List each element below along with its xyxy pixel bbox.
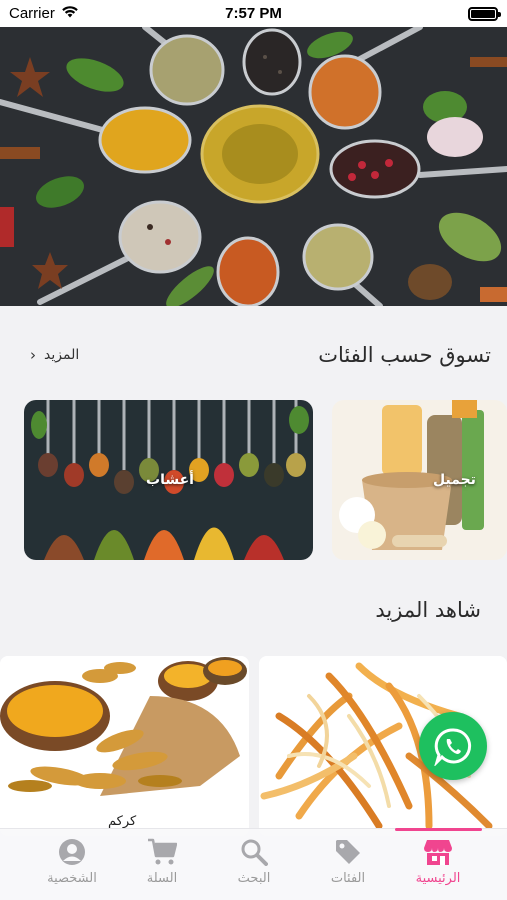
- turmeric-image: [0, 656, 249, 796]
- bottom-tab-bar: الرئيسية الفئات البحث السلة الشخصية: [0, 828, 507, 900]
- tag-icon: [333, 837, 363, 867]
- active-tab-indicator: [395, 828, 482, 831]
- category-card-herbs[interactable]: أعشاب: [24, 400, 313, 560]
- profile-icon: [57, 837, 87, 867]
- tab-profile[interactable]: الشخصية: [27, 837, 117, 886]
- beauty-products-image: [332, 400, 507, 560]
- categories-header: المزيد ‹ تسوق حسب الفئات: [0, 340, 507, 370]
- category-label-beauty: تجميل: [433, 472, 476, 488]
- category-card-beauty[interactable]: تجميل: [332, 400, 507, 560]
- more-label: المزيد: [44, 347, 80, 363]
- status-bar: Carrier 7:57 PM: [0, 0, 507, 27]
- app-screen: Carrier 7:57 PM المزيد ‹ تسوق حسب الفئات…: [0, 0, 507, 900]
- whatsapp-button[interactable]: [419, 712, 487, 780]
- product-name-turmeric: كركم: [108, 814, 137, 829]
- carrier-label: Carrier: [9, 5, 55, 22]
- tab-categories[interactable]: الفئات: [303, 837, 393, 886]
- status-left: Carrier: [9, 5, 79, 22]
- tab-label-cart: السلة: [146, 871, 178, 886]
- wifi-icon: [61, 5, 79, 22]
- hero-banner[interactable]: [0, 27, 507, 306]
- see-more-header: شاهد المزيد: [0, 595, 507, 625]
- categories-title: تسوق حسب الفئات: [318, 343, 491, 367]
- battery-icon: [468, 6, 501, 21]
- whatsapp-icon: [434, 728, 472, 766]
- tab-cart[interactable]: السلة: [117, 837, 207, 886]
- tab-search[interactable]: البحث: [209, 837, 299, 886]
- more-categories-link[interactable]: المزيد ‹: [30, 346, 79, 364]
- tab-label-search: البحث: [237, 871, 271, 886]
- search-icon: [239, 837, 269, 867]
- category-label-herbs: أعشاب: [146, 472, 194, 488]
- tab-label-home: الرئيسية: [415, 871, 461, 886]
- see-more-title: شاهد المزيد: [375, 598, 481, 622]
- product-card-turmeric[interactable]: كركم: [0, 656, 249, 836]
- chevron-left-icon: ‹: [30, 346, 36, 364]
- tab-label-categories: الفئات: [330, 871, 366, 886]
- tab-label-profile: الشخصية: [47, 871, 97, 886]
- store-icon: [423, 837, 453, 867]
- spices-banner-image: [0, 27, 507, 306]
- tab-home[interactable]: الرئيسية: [393, 837, 483, 886]
- cart-icon: [147, 837, 177, 867]
